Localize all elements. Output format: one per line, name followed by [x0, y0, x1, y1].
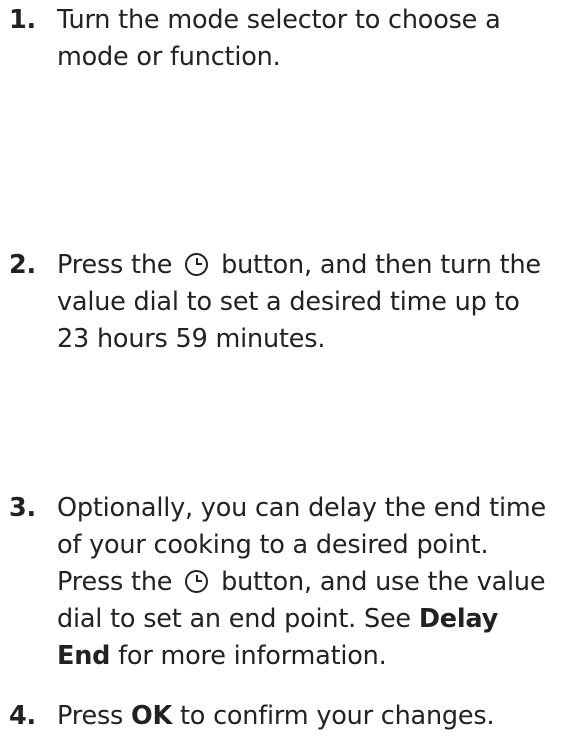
step-4: 4. Press OK to confirm your changes. — [9, 698, 549, 735]
step-number: 4. — [9, 701, 37, 731]
step-1: 1. Turn the mode selector to choose a mo… — [9, 2, 549, 76]
step-text: Turn the mode selector to choose a mode … — [57, 5, 501, 72]
clock-icon — [185, 570, 209, 593]
step-text: Optionally, you can delay the end time o… — [57, 493, 546, 671]
step-3: 3. Optionally, you can delay the end tim… — [9, 490, 549, 675]
clock-icon — [185, 253, 209, 276]
step-number: 1. — [9, 5, 37, 35]
ok-label: OK — [131, 701, 173, 731]
step-2: 2. Press the button, and then turn the v… — [9, 247, 549, 358]
step-number: 3. — [9, 493, 37, 523]
step-number: 2. — [9, 250, 37, 280]
step-text: Press the button, and then turn the valu… — [57, 250, 541, 354]
step-text: Press OK to confirm your changes. — [57, 701, 495, 731]
